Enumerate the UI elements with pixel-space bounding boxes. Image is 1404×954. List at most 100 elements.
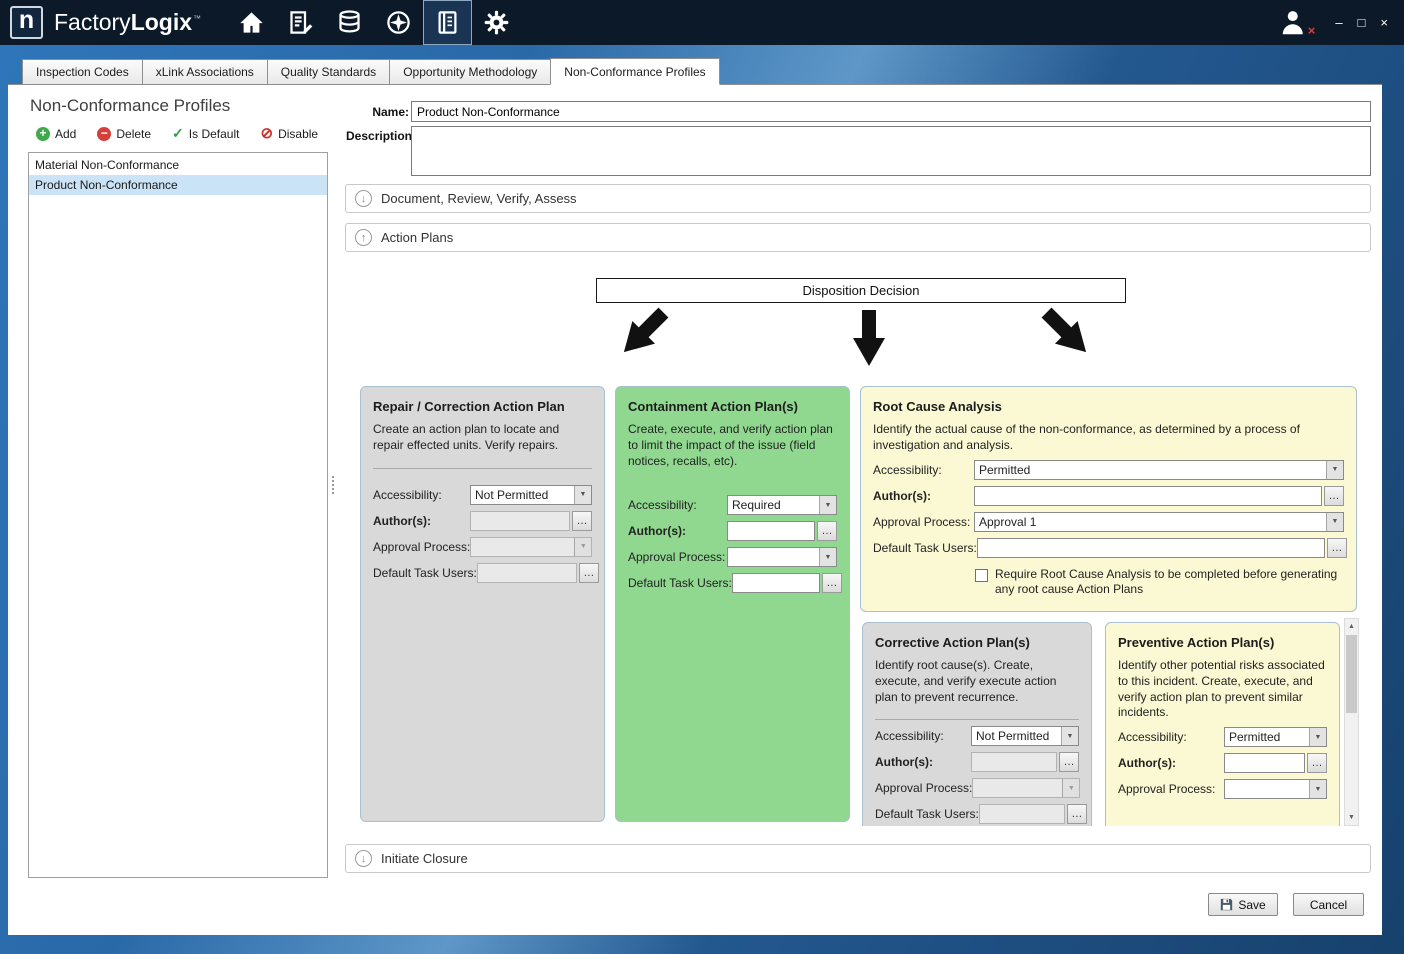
ellipsis-button[interactable]: …	[572, 511, 592, 531]
require-rca-label: Require Root Cause Analysis to be comple…	[995, 567, 1344, 598]
save-icon	[1220, 898, 1233, 911]
application-window: n FactoryLogix™ ×	[0, 0, 1404, 954]
tab-bar: Inspection Codes xLink Associations Qual…	[22, 58, 719, 85]
tab-non-conformance-profiles[interactable]: Non-Conformance Profiles	[550, 58, 719, 85]
divider	[373, 468, 592, 469]
tab-opportunity-methodology[interactable]: Opportunity Methodology	[389, 59, 551, 85]
repair-correction-panel: Repair / Correction Action Plan Create a…	[360, 386, 605, 822]
page-title: Non-Conformance Profiles	[30, 96, 230, 116]
add-icon: +	[36, 127, 50, 141]
tab-xlink-associations[interactable]: xLink Associations	[142, 59, 268, 85]
arrow-down-icon	[848, 310, 890, 368]
rootcause-accessibility-combo[interactable]: Permitted▼	[974, 460, 1344, 480]
close-button[interactable]: ×	[1380, 16, 1388, 29]
vertical-scrollbar[interactable]: ▲ ▼	[1344, 618, 1359, 826]
rootcause-authors-input[interactable]	[974, 486, 1322, 506]
authors-label: Author(s):	[875, 755, 933, 769]
add-button[interactable]: +Add	[36, 127, 76, 141]
list-item-selected[interactable]: Product Non-Conformance	[29, 175, 327, 195]
production-icon[interactable]	[374, 0, 423, 45]
scroll-up-icon[interactable]: ▲	[1345, 619, 1358, 634]
authors-label: Author(s):	[873, 489, 931, 503]
approval-process-label: Approval Process:	[628, 550, 725, 564]
user-offline-mark: ×	[1308, 23, 1316, 38]
logo-letter: n	[19, 6, 34, 35]
accessibility-label: Accessibility:	[373, 488, 442, 502]
chevron-down-circle-icon: ↓	[355, 190, 372, 207]
disable-icon: ⊘	[260, 127, 273, 141]
trademark: ™	[193, 14, 201, 23]
gear-icon[interactable]	[472, 0, 521, 45]
containment-approval-combo[interactable]: ▼	[727, 547, 837, 567]
ellipsis-button[interactable]: …	[1059, 752, 1079, 772]
require-rca-checkbox[interactable]	[975, 569, 988, 582]
preventive-approval-combo[interactable]: ▼	[1224, 779, 1327, 799]
save-button[interactable]: Save	[1208, 893, 1278, 916]
ellipsis-button[interactable]: …	[817, 521, 837, 541]
home-icon[interactable]	[227, 0, 276, 45]
ellipsis-button[interactable]: …	[1067, 804, 1087, 824]
materials-icon[interactable]	[325, 0, 374, 45]
profiles-list: Material Non-Conformance Product Non-Con…	[28, 152, 328, 878]
scrollbar-thumb[interactable]	[1346, 635, 1357, 713]
ellipsis-button[interactable]: …	[822, 573, 842, 593]
chevron-down-icon: ▼	[819, 548, 836, 566]
preventive-accessibility-combo[interactable]: Permitted▼	[1224, 727, 1327, 747]
list-item[interactable]: Material Non-Conformance	[29, 155, 327, 175]
scroll-down-icon[interactable]: ▼	[1345, 810, 1358, 825]
containment-default-task-users-input[interactable]	[732, 573, 820, 593]
window-controls: – □ ×	[1335, 16, 1388, 29]
ellipsis-button[interactable]: …	[1327, 538, 1347, 558]
disable-button[interactable]: ⊘Disable	[260, 127, 318, 141]
panel-description: Create, execute, and verify action plan …	[628, 422, 837, 469]
user-icon[interactable]: ×	[1279, 8, 1309, 38]
is-default-button[interactable]: ✓Is Default	[172, 125, 239, 142]
panel-description: Identify the actual cause of the non-con…	[873, 422, 1344, 454]
rootcause-default-task-users-input[interactable]	[977, 538, 1325, 558]
rootcause-approval-combo[interactable]: Approval 1▼	[974, 512, 1344, 532]
divider	[875, 719, 1079, 720]
tab-inspection-codes[interactable]: Inspection Codes	[22, 59, 143, 85]
section-action-plans[interactable]: ↑ Action Plans	[345, 223, 1371, 252]
maximize-button[interactable]: □	[1358, 16, 1366, 29]
chevron-down-icon: ▼	[1309, 728, 1326, 746]
approval-process-label: Approval Process:	[875, 781, 972, 795]
section-document-review[interactable]: ↓ Document, Review, Verify, Assess	[345, 184, 1371, 213]
titlebar: n FactoryLogix™ ×	[0, 0, 1404, 45]
app-title: FactoryLogix™	[54, 9, 201, 36]
chevron-down-icon: ▼	[574, 486, 591, 504]
repair-default-task-users-input	[477, 563, 577, 583]
corrective-accessibility-combo[interactable]: Not Permitted▼	[971, 726, 1079, 746]
containment-authors-input[interactable]	[727, 521, 815, 541]
check-icon: ✓	[172, 125, 184, 142]
profiles-toolbar: +Add −Delete ✓Is Default ⊘Disable	[36, 125, 318, 142]
cancel-button[interactable]: Cancel	[1293, 893, 1364, 916]
disposition-decision-box: Disposition Decision	[596, 278, 1126, 303]
chevron-down-circle-icon: ↓	[355, 850, 372, 867]
chevron-down-icon: ▼	[819, 496, 836, 514]
tab-quality-standards[interactable]: Quality Standards	[267, 59, 390, 85]
section-initiate-closure[interactable]: ↓ Initiate Closure	[345, 844, 1371, 873]
repair-accessibility-combo[interactable]: Not Permitted▼	[470, 485, 592, 505]
name-input[interactable]	[411, 101, 1371, 122]
description-input[interactable]	[411, 126, 1371, 176]
corrective-default-task-users-input	[979, 804, 1065, 824]
containment-accessibility-combo[interactable]: Required▼	[727, 495, 837, 515]
minimize-button[interactable]: –	[1335, 16, 1342, 29]
quality-icon[interactable]	[423, 0, 472, 45]
accessibility-label: Accessibility:	[875, 729, 944, 743]
ellipsis-button[interactable]: …	[579, 563, 599, 583]
root-cause-panel: Root Cause Analysis Identify the actual …	[860, 386, 1357, 612]
chevron-down-icon: ▼	[1326, 513, 1343, 531]
ellipsis-button[interactable]: …	[1324, 486, 1344, 506]
default-task-users-label: Default Task Users:	[875, 807, 979, 821]
preventive-authors-input[interactable]	[1224, 753, 1305, 773]
work-instructions-icon[interactable]	[276, 0, 325, 45]
ellipsis-button[interactable]: …	[1307, 753, 1327, 773]
default-task-users-label: Default Task Users:	[373, 566, 477, 580]
splitter-handle[interactable]	[330, 474, 336, 496]
panel-description: Identify root cause(s). Create, execute,…	[875, 658, 1079, 705]
panel-description: Identify other potential risks associate…	[1118, 658, 1327, 721]
delete-button[interactable]: −Delete	[97, 127, 151, 141]
accessibility-label: Accessibility:	[628, 498, 697, 512]
